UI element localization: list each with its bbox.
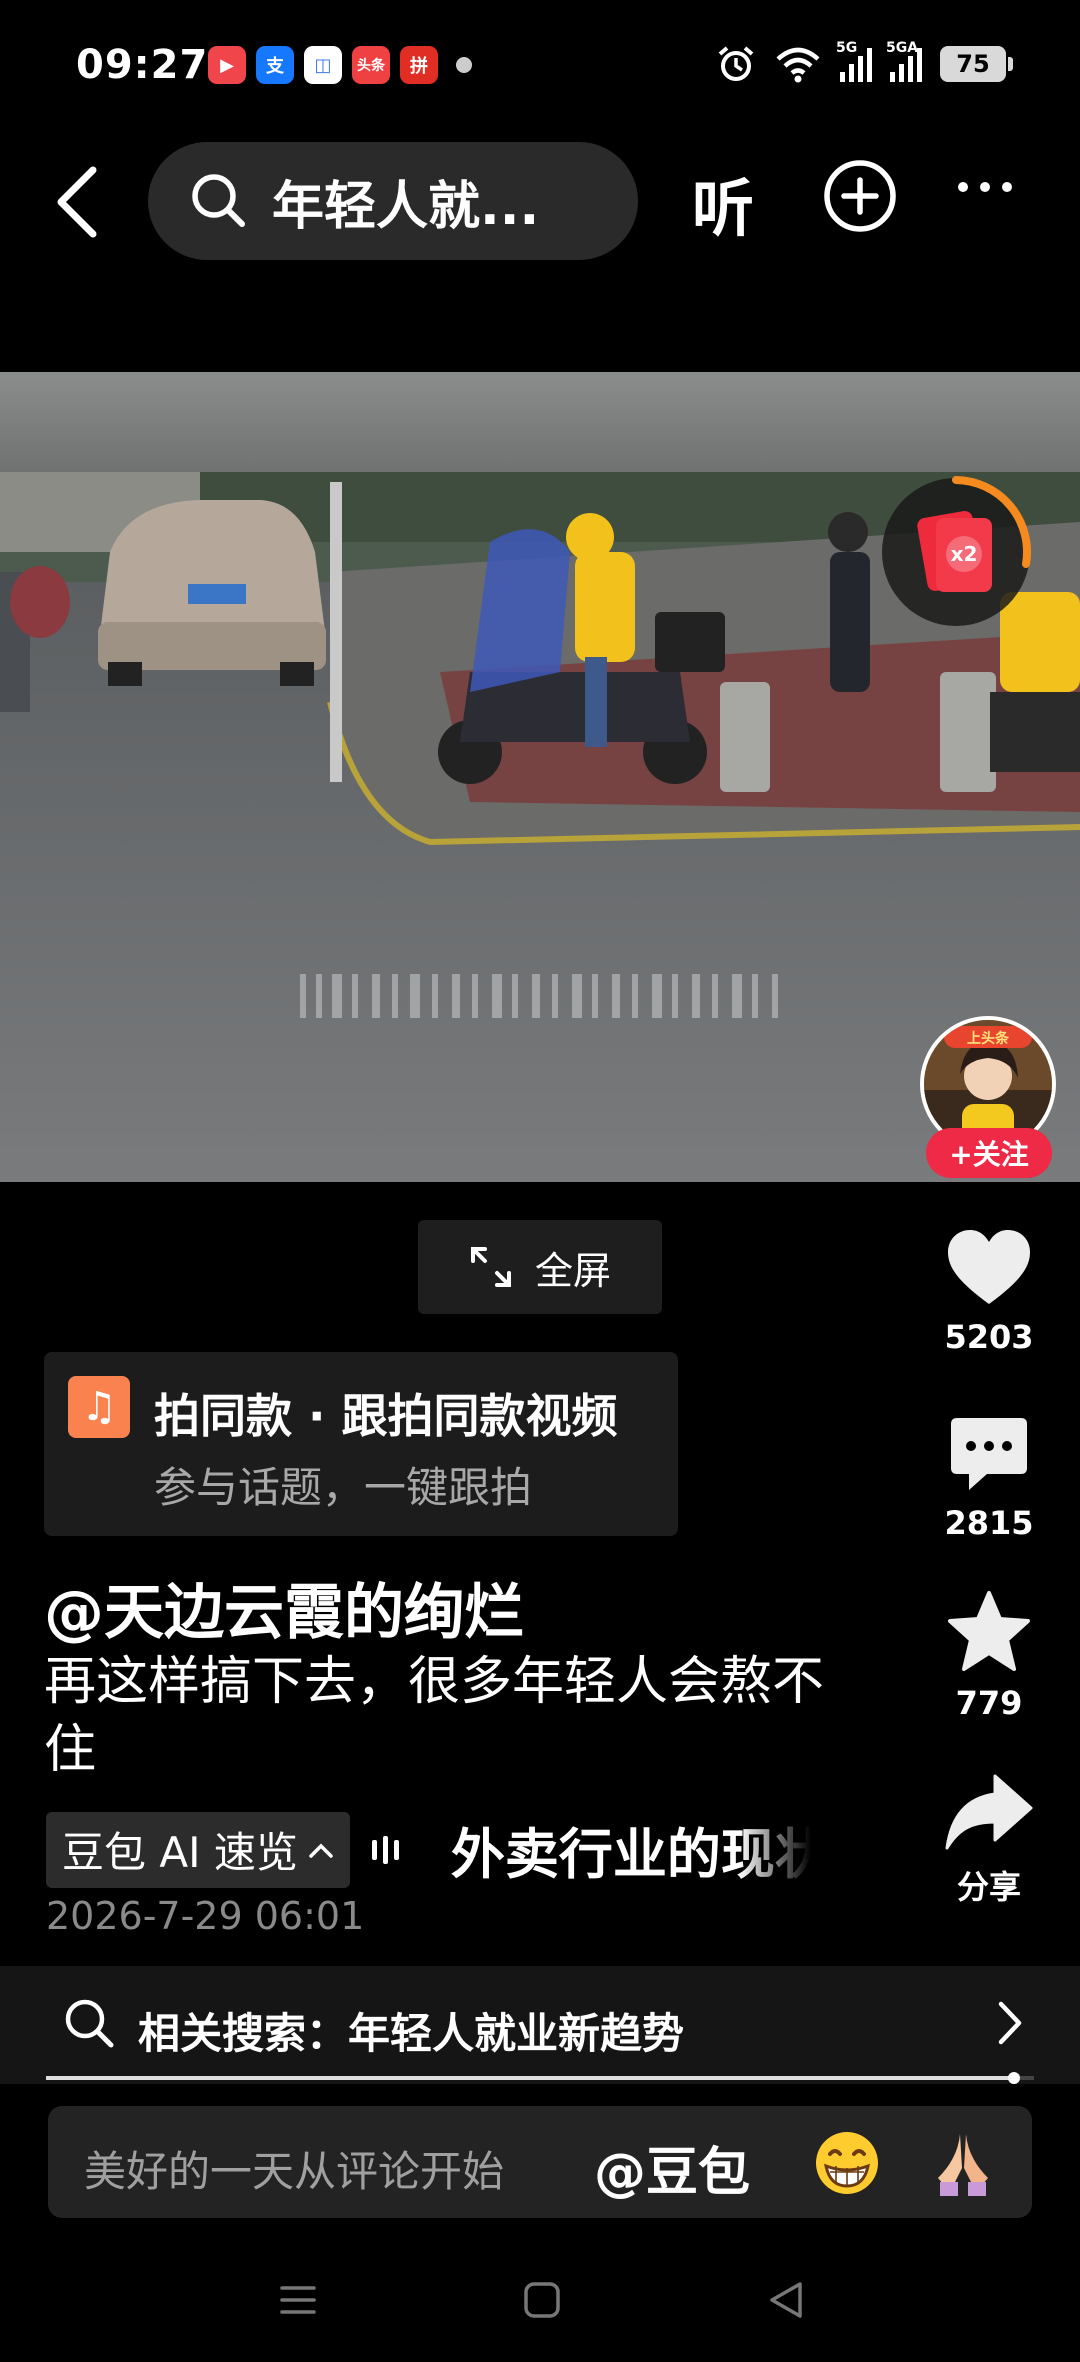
chevron-left-icon <box>57 166 97 238</box>
chevron-right-icon <box>998 2001 1022 2045</box>
follow-button[interactable]: +关注 <box>926 1128 1052 1178</box>
plus-circle-icon <box>824 160 896 232</box>
album-app-icon: ◫ <box>304 46 342 84</box>
heart-icon <box>948 1230 1030 1304</box>
author-name[interactable]: @天边云霞的绚烂 <box>44 1564 524 1651</box>
back-button[interactable] <box>44 162 110 242</box>
red-packet-reward-button[interactable]: x2 <box>878 474 1034 630</box>
favorite-count: 779 <box>955 1684 1023 1722</box>
more-options-button[interactable] <box>958 182 1012 192</box>
share-arrow-icon <box>945 1774 1033 1850</box>
comment-bubble-icon <box>951 1418 1027 1490</box>
related-search-bar[interactable]: 相关搜索：年轻人就业新趋势 <box>0 1966 1080 2084</box>
related-search-label: 相关搜索：年轻人就业新趋势 <box>138 2009 685 2058</box>
share-label: 分享 <box>956 1868 1021 1906</box>
network-type-label-2: 5GA <box>886 40 919 56</box>
alipay-icon: 支 <box>256 46 294 84</box>
home-nav-button[interactable] <box>522 2280 562 2320</box>
audio-wave-icon <box>371 1835 399 1864</box>
status-time: 09:27 <box>76 42 209 88</box>
mention-doubao-button[interactable]: @豆包 <box>594 2130 750 2205</box>
search-icon <box>192 174 245 227</box>
post-date: 2026-7-29 06:01 <box>46 1894 365 1938</box>
video-progress-bar[interactable] <box>46 2072 1034 2084</box>
more-dot <box>1002 182 1012 192</box>
like-count: 5203 <box>944 1318 1034 1356</box>
more-dot <box>980 182 990 192</box>
grin-emoji-button[interactable] <box>812 2128 882 2198</box>
notification-app-icons: ▶ 支 ◫ 头条 拼 <box>208 46 472 84</box>
toutiao-icon: 头条 <box>352 46 390 84</box>
comment-button[interactable]: 2815 <box>932 1414 1046 1542</box>
progress-fill <box>46 2076 1015 2080</box>
search-bar[interactable]: 年轻人就... <box>148 142 638 260</box>
star-icon <box>948 1591 1030 1671</box>
back-nav-button[interactable] <box>766 2280 806 2320</box>
cell-signal-icon-1: 5G <box>836 40 872 82</box>
pdd-icon: 拼 <box>400 46 438 84</box>
network-type-label-1: 5G <box>836 40 858 56</box>
comment-input-bar[interactable]: 美好的一天从评论开始 @豆包 <box>48 2106 1032 2218</box>
red-packet-icon: x2 <box>882 476 1031 626</box>
menu-nav-button[interactable] <box>278 2280 318 2320</box>
share-button[interactable]: 分享 <box>932 1772 1046 1908</box>
pray-emoji-button[interactable] <box>928 2128 998 2198</box>
ai-summary-preview: 外卖行业的现状 <box>450 1823 811 1886</box>
video-app-icon: ▶ <box>208 46 246 84</box>
avatar-badge-text: 上头条 <box>967 1030 1010 1047</box>
music-note-icon: ♫ <box>68 1376 130 1438</box>
same-style-title: 拍同款 · 跟拍同款视频 <box>154 1389 618 1443</box>
search-icon <box>65 1999 114 2048</box>
comment-count: 2815 <box>944 1504 1034 1542</box>
wifi-icon <box>776 47 820 83</box>
system-navigation-bar <box>0 2262 1080 2362</box>
more-notifications-dot <box>456 57 472 73</box>
fullscreen-button[interactable]: 全屏 <box>418 1220 662 1314</box>
fullscreen-label: 全屏 <box>534 1248 611 1293</box>
video-caption: 再这样搞下去，很多年轻人会熬不住 <box>44 1652 825 1780</box>
favorite-button[interactable]: 779 <box>932 1590 1046 1722</box>
alarm-icon <box>718 46 754 81</box>
like-button[interactable]: 5203 <box>932 1228 1046 1356</box>
red-packet-multiplier: x2 <box>951 542 978 566</box>
shoot-same-style-card[interactable]: ♫ 拍同款 · 跟拍同款视频 参与话题，一键跟拍 <box>44 1352 678 1536</box>
expand-icon <box>470 1247 511 1287</box>
ai-summary-label: 豆包 AI 速览 <box>62 1828 298 1877</box>
battery-indicator: 75 <box>940 46 1013 82</box>
ai-summary-row: 豆包 AI 速览 外卖行业的现状 <box>46 1810 811 1889</box>
chevron-up-icon <box>309 1843 333 1858</box>
cell-signal-icon-2: 5GA <box>886 40 922 82</box>
search-query-text: 年轻人就... <box>272 176 540 237</box>
comment-placeholder[interactable]: 美好的一天从评论开始 <box>84 2138 504 2199</box>
ai-summary-button[interactable]: 豆包 AI 速览 <box>46 1811 350 1888</box>
status-bar: 09:27 ▶ 支 ◫ 头条 拼 5G 5GA 75 <box>0 0 1080 130</box>
same-style-subtitle: 参与话题，一键跟拍 <box>154 1463 533 1512</box>
add-button[interactable] <box>822 158 898 238</box>
listen-button[interactable]: 听 <box>692 158 754 248</box>
status-indicators: 5G 5GA 75 <box>716 40 1013 84</box>
more-dot <box>958 182 968 192</box>
top-nav: 年轻人就... 听 <box>0 140 1080 262</box>
